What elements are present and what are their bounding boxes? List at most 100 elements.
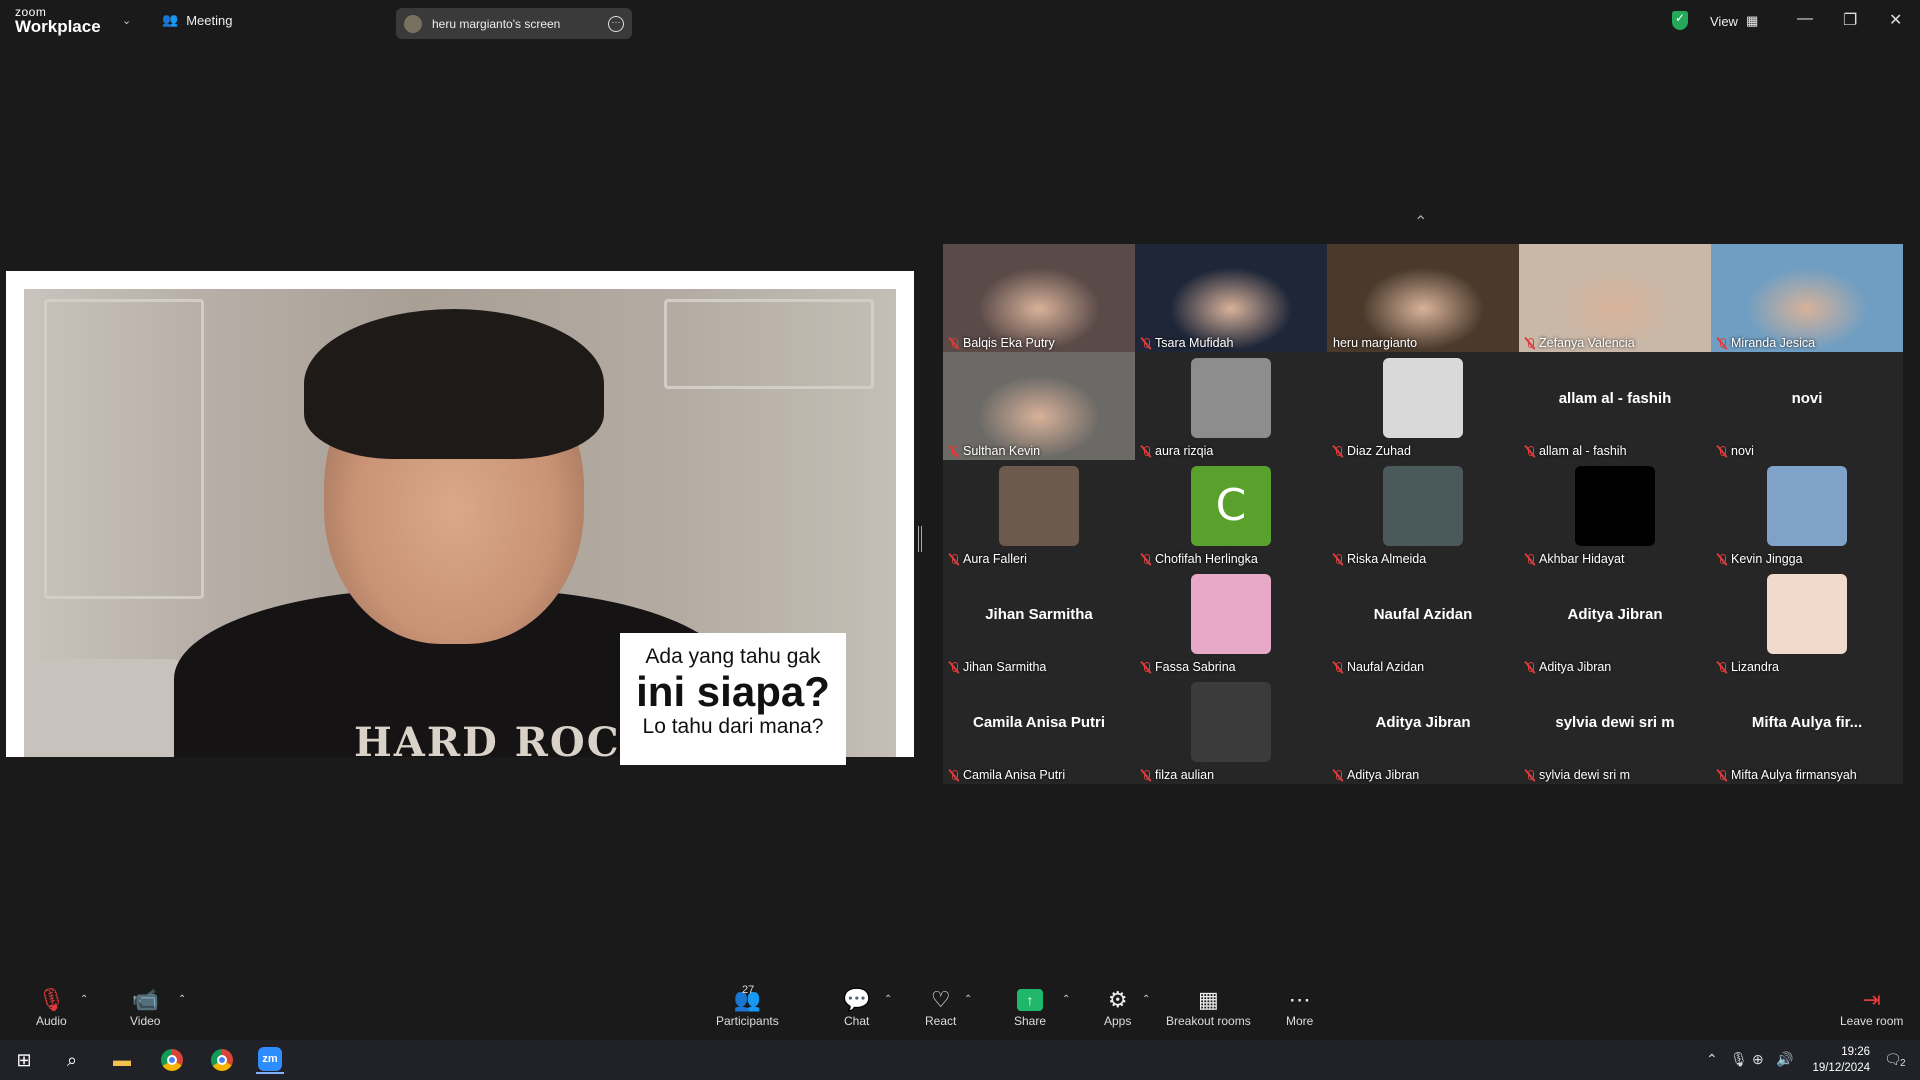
participant-name: sylvia dewi sri m — [1539, 768, 1630, 782]
meeting-label: Meeting — [186, 12, 233, 28]
react-label: React — [925, 1014, 957, 1028]
zoom-taskbar-icon[interactable]: zm — [256, 1046, 284, 1074]
share-options-caret[interactable]: ⌃ — [1062, 994, 1070, 1005]
apps-icon: ⚙ — [1107, 987, 1128, 1012]
caption-box: Ada yang tahu gak ini siapa? Lo tahu dar… — [620, 633, 846, 765]
participant-name-label: Kevin Jingga — [1717, 552, 1803, 566]
notification-count: 2 — [1900, 1058, 1906, 1069]
participant-tile[interactable]: Riska Almeida — [1327, 460, 1519, 568]
windows-start-icon[interactable]: ⊞ — [10, 1046, 38, 1074]
zoom-logo: zoom Workplace — [15, 6, 101, 35]
mic-muted-icon — [949, 661, 959, 674]
participant-tile[interactable]: aura rizqia — [1135, 352, 1327, 460]
participants-button[interactable]: 👥 27 Participants — [716, 984, 779, 1028]
participant-tile[interactable]: heru margianto — [1327, 244, 1519, 352]
participant-tile[interactable]: filza aulian — [1135, 676, 1327, 784]
restore-button[interactable]: ❐ — [1843, 10, 1857, 30]
participant-name: Riska Almeida — [1347, 552, 1427, 566]
participant-tile[interactable]: Lizandra — [1711, 568, 1903, 676]
participant-tile[interactable]: C Chofifah Herlingka — [1135, 460, 1327, 568]
participant-name-label: Akhbar Hidayat — [1525, 552, 1624, 566]
participant-tile[interactable]: Jihan Sarmitha Jihan Sarmitha — [943, 568, 1135, 676]
participant-tile[interactable]: Sulthan Kevin — [943, 352, 1135, 460]
mic-muted-icon: 🎙 — [37, 987, 66, 1012]
breakout-rooms-button[interactable]: ▦ Breakout rooms — [1166, 986, 1251, 1028]
participant-tile[interactable]: Akhbar Hidayat — [1519, 460, 1711, 568]
security-shield-icon[interactable] — [1672, 11, 1688, 30]
mic-muted-icon — [1717, 337, 1727, 350]
participant-display-name: novi — [1791, 390, 1823, 407]
microphone-icon[interactable]: 🎙 — [1730, 1051, 1748, 1068]
participant-tile[interactable]: novi novi — [1711, 352, 1903, 460]
participant-tile[interactable]: Camila Anisa Putri Camila Anisa Putri — [943, 676, 1135, 784]
mic-muted-icon — [1717, 445, 1727, 458]
breakout-rooms-icon: ▦ — [1197, 987, 1219, 1012]
mic-muted-icon — [1141, 445, 1151, 458]
chrome-icon[interactable] — [158, 1046, 186, 1074]
more-button[interactable]: ⋯ More — [1286, 986, 1313, 1028]
participant-tile[interactable]: Naufal Azidan Naufal Azidan — [1327, 568, 1519, 676]
search-icon[interactable]: ⌕ — [58, 1046, 86, 1074]
mic-muted-icon — [1333, 553, 1343, 566]
chevron-up-icon[interactable]: ⌃ — [1414, 212, 1427, 232]
participant-tile[interactable]: Aditya Jibran Aditya Jibran — [1519, 568, 1711, 676]
chevron-down-icon[interactable]: ⌄ — [122, 14, 131, 27]
participant-tile[interactable]: Tsara Mufidah — [1135, 244, 1327, 352]
mic-muted-icon — [949, 769, 959, 782]
volume-icon[interactable]: 🔊 — [1776, 1051, 1793, 1068]
chrome-profile-icon[interactable] — [208, 1046, 236, 1074]
participant-name: Balqis Eka Putry — [963, 336, 1055, 350]
resize-handle[interactable] — [918, 526, 922, 552]
apps-label: Apps — [1104, 1014, 1132, 1028]
participant-tile[interactable]: allam al - fashih allam al - fashih — [1519, 352, 1711, 460]
participant-tile[interactable]: Aura Falleri — [943, 460, 1135, 568]
participant-tile[interactable]: Diaz Zuhad — [1327, 352, 1519, 460]
participant-name: Camila Anisa Putri — [963, 768, 1066, 782]
participant-tile[interactable]: Miranda Jesica — [1711, 244, 1903, 352]
share-screen-icon: ↑ — [1017, 989, 1044, 1011]
participant-tile[interactable]: Aditya Jibran Aditya Jibran — [1327, 676, 1519, 784]
leave-room-button[interactable]: ⇥ Leave room — [1840, 986, 1903, 1028]
participant-tile[interactable]: sylvia dewi sri m sylvia dewi sri m — [1519, 676, 1711, 784]
participant-tile[interactable]: Balqis Eka Putry — [943, 244, 1135, 352]
network-icon[interactable]: ⊕ — [1752, 1051, 1764, 1068]
chat-options-caret[interactable]: ⌃ — [884, 994, 892, 1005]
participant-avatar — [1191, 358, 1271, 438]
clock[interactable]: 19:26 19/12/2024 — [1810, 1044, 1870, 1076]
audio-button[interactable]: 🎙 Audio — [36, 986, 67, 1028]
share-label: Share — [1014, 1014, 1047, 1028]
participant-tile[interactable]: Fassa Sabrina — [1135, 568, 1327, 676]
react-options-caret[interactable]: ⌃ — [964, 994, 972, 1005]
chat-button[interactable]: 💬 Chat — [843, 986, 870, 1028]
meeting-menu-button[interactable]: 👥 Meeting — [162, 12, 232, 28]
participant-tile[interactable]: Kevin Jingga — [1711, 460, 1903, 568]
screen-share-indicator[interactable]: heru margianto's screen ··· — [396, 8, 632, 39]
video-options-caret[interactable]: ⌃ — [178, 994, 186, 1005]
more-options-icon[interactable]: ··· — [608, 15, 624, 32]
audio-options-caret[interactable]: ⌃ — [80, 994, 88, 1005]
mic-muted-icon — [1525, 661, 1535, 674]
breakout-label: Breakout rooms — [1166, 1014, 1251, 1028]
shared-screen[interactable]: HARD ROCK Ada yang tahu gak ini siapa? L… — [6, 271, 914, 765]
participant-name-label: Aditya Jibran — [1525, 660, 1611, 674]
video-button[interactable]: 📹 Video — [130, 986, 160, 1028]
file-explorer-icon[interactable]: ▬ — [108, 1046, 136, 1074]
caption-line3: Lo tahu dari mana? — [642, 715, 824, 738]
participants-label: Participants — [716, 1014, 779, 1028]
share-button[interactable]: ↑ Share — [1014, 986, 1046, 1028]
apps-options-caret[interactable]: ⌃ — [1142, 994, 1150, 1005]
participant-display-name: Aditya Jibran — [1375, 714, 1471, 731]
participant-name: Naufal Azidan — [1347, 660, 1425, 674]
screen-share-label: heru margianto's screen — [432, 16, 561, 31]
minimize-button[interactable]: — — [1797, 10, 1813, 28]
participant-tile[interactable]: Mifta Aulya fir... Mifta Aulya firmansyah — [1711, 676, 1903, 784]
react-button[interactable]: ♡ React — [925, 986, 956, 1028]
participant-tile[interactable]: Zefanya Valencia — [1519, 244, 1711, 352]
participant-name-label: novi — [1717, 444, 1754, 458]
close-button[interactable]: ✕ — [1889, 10, 1902, 30]
logo-big-text: Workplace — [15, 17, 101, 36]
participant-name: Jihan Sarmitha — [963, 660, 1047, 674]
apps-button[interactable]: ⚙ Apps — [1104, 986, 1131, 1028]
tray-chevron-icon[interactable]: ⌃ — [1706, 1051, 1718, 1068]
view-button[interactable]: View ▦ — [1710, 13, 1758, 29]
